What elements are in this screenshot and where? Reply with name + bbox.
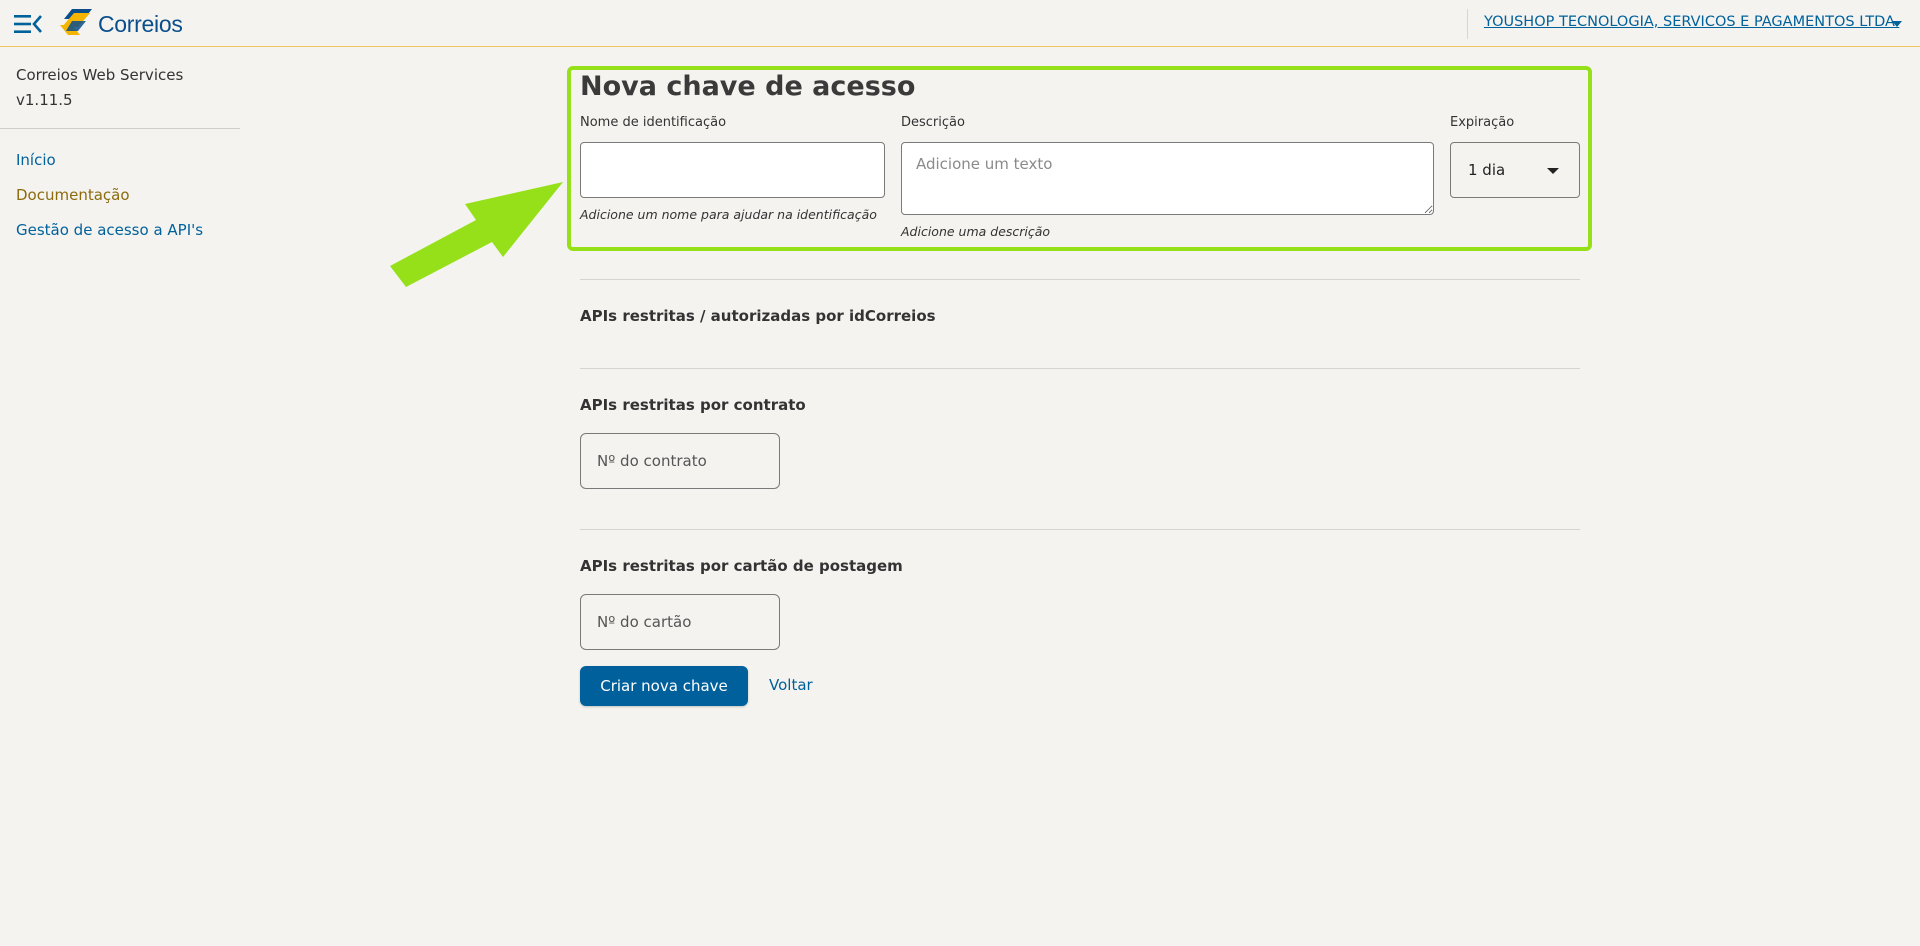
correios-logo[interactable]: Correios <box>58 8 183 40</box>
app-version: v1.11.5 <box>16 91 73 109</box>
top-bar: Correios YOUSHOP TECNOLOGIA, SERVICOS E … <box>0 0 1920 47</box>
contract-number-input[interactable] <box>580 433 780 489</box>
description-hint: Adicione uma descrição <box>901 224 1051 239</box>
company-account-link[interactable]: YOUSHOP TECNOLOGIA, SERVICOS E PAGAMENTO… <box>1484 14 1899 30</box>
expiration-label: Expiração <box>1450 115 1515 130</box>
section-divider <box>580 368 1580 369</box>
caret-down-icon[interactable] <box>1892 21 1902 27</box>
section-divider <box>580 529 1580 530</box>
section-title-idcorreios: APIs restritas / autorizadas por idCorre… <box>580 307 936 325</box>
correios-logo-icon <box>60 9 92 35</box>
name-input[interactable] <box>580 142 885 198</box>
name-hint: Adicione um nome para ajudar na identifi… <box>580 207 877 222</box>
header-divider <box>1467 9 1468 39</box>
sidebar-item-inicio[interactable]: Início <box>16 151 56 169</box>
card-number-input[interactable] <box>580 594 780 650</box>
menu-collapse-icon[interactable] <box>14 14 42 34</box>
expiration-select[interactable]: 1 dia <box>1450 142 1580 198</box>
page-title: Nova chave de acesso <box>580 71 916 102</box>
sidebar-item-gestao-acesso[interactable]: Gestão de acesso a API's <box>16 221 203 239</box>
back-link[interactable]: Voltar <box>769 676 813 694</box>
section-title-contrato: APIs restritas por contrato <box>580 396 806 414</box>
logo-text: Correios <box>98 10 183 37</box>
annotation-arrow-icon <box>390 182 563 287</box>
app-name: Correios Web Services <box>16 66 184 84</box>
section-divider <box>580 279 1580 280</box>
name-label: Nome de identificação <box>580 115 727 130</box>
section-title-cartao: APIs restritas por cartão de postagem <box>580 557 903 575</box>
description-label: Descrição <box>901 115 965 130</box>
expiration-value: 1 dia <box>1468 161 1506 179</box>
sidebar-divider <box>0 128 240 129</box>
sidebar-item-documentacao[interactable]: Documentação <box>16 186 130 204</box>
description-textarea[interactable] <box>901 142 1434 215</box>
caret-down-icon <box>1547 168 1559 174</box>
create-key-button[interactable]: Criar nova chave <box>580 666 748 706</box>
